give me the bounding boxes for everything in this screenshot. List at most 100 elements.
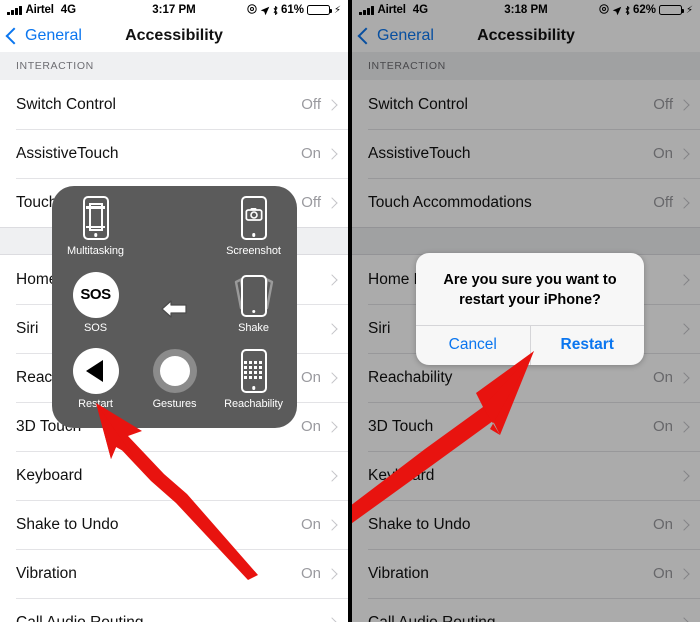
chevron-right-icon — [678, 518, 690, 531]
settings-row-3d-touch[interactable]: 3D Touch On — [352, 402, 700, 451]
charging-bolt-icon: ⚡ — [333, 4, 341, 16]
chevron-right-icon — [326, 371, 338, 384]
settings-row-shake-to-undo[interactable]: Shake to Undo On — [352, 500, 700, 549]
status-bar-left: Airtel 4G 3:17 PM 61% ⚡ — [0, 0, 348, 20]
row-label: Reachability — [368, 368, 453, 386]
assistivetouch-item-shake[interactable]: Shake — [214, 271, 293, 348]
row-value: On — [300, 565, 321, 582]
battery-icon — [658, 4, 684, 16]
chevron-right-icon — [678, 616, 690, 622]
row-label: AssistiveTouch — [368, 144, 471, 162]
chevron-left-icon — [357, 27, 375, 45]
assistivetouch-item-sos[interactable]: SOS SOS — [56, 271, 135, 348]
assistivetouch-item-reachability[interactable]: Reachability — [214, 347, 293, 424]
settings-row-shake-to-undo[interactable]: Shake to Undo On — [0, 500, 348, 549]
row-value: On — [300, 145, 321, 162]
settings-row-call-audio-routing[interactable]: Call Audio Routing — [0, 598, 348, 622]
assistivetouch-item-label: Reachability — [224, 398, 283, 411]
chevron-right-icon — [678, 567, 690, 580]
cancel-button[interactable]: Cancel — [416, 326, 530, 365]
chevron-right-icon — [326, 273, 338, 286]
row-label: Vibration — [368, 564, 429, 582]
chevron-right-icon — [678, 273, 690, 286]
row-label: Switch Control — [16, 95, 116, 113]
dialog-body: Are you sure you want to restart your iP… — [416, 253, 644, 325]
battery-icon — [306, 4, 332, 16]
row-value: Off — [653, 96, 673, 113]
row-label: Keyboard — [16, 466, 83, 484]
row-label: 3D Touch — [368, 417, 434, 435]
assistivetouch-item-label: SOS — [84, 321, 107, 334]
reachability-icon — [240, 347, 267, 395]
restart-icon — [72, 347, 119, 395]
settings-row-vibration[interactable]: Vibration On — [352, 549, 700, 598]
row-value: Off — [301, 194, 321, 211]
settings-row-assistivetouch[interactable]: AssistiveTouch On — [352, 129, 700, 178]
settings-row-keyboard[interactable]: Keyboard — [352, 451, 700, 500]
section-header-interaction: INTERACTION — [0, 52, 348, 80]
assistivetouch-item-label: Multitasking — [67, 245, 124, 257]
bluetooth-icon — [272, 5, 278, 15]
restart-confirm-dialog: Are you sure you want to restart your iP… — [416, 253, 645, 366]
settings-row-keyboard[interactable]: Keyboard — [0, 451, 348, 500]
chevron-right-icon — [326, 469, 338, 482]
chevron-right-icon — [326, 518, 338, 531]
row-label: Shake to Undo — [16, 515, 119, 533]
settings-row-switch-control[interactable]: Switch Control Off — [0, 80, 348, 129]
row-label: Vibration — [16, 564, 77, 582]
row-label: Shake to Undo — [368, 515, 471, 533]
assistivetouch-back-button[interactable] — [135, 271, 214, 348]
status-bar-right: Airtel 4G 3:18 PM 62% ⚡ — [352, 0, 700, 20]
bluetooth-icon — [624, 5, 630, 15]
settings-row-call-audio-routing[interactable]: Call Audio Routing — [352, 598, 700, 622]
assistivetouch-item-gestures[interactable]: Gestures — [135, 347, 214, 424]
row-value: On — [652, 145, 673, 162]
row-label: Touch Accommodations — [368, 193, 532, 211]
settings-row-switch-control[interactable]: Switch Control Off — [352, 80, 700, 129]
chevron-right-icon — [678, 322, 690, 335]
row-value: On — [300, 516, 321, 533]
settings-row-assistivetouch[interactable]: AssistiveTouch On — [0, 129, 348, 178]
chevron-right-icon — [326, 567, 338, 580]
row-value: Off — [653, 194, 673, 211]
dialog-actions: Cancel Restart — [416, 325, 645, 366]
phone-panel-right: Airtel 4G 3:18 PM 62% ⚡ General Accessib… — [352, 0, 700, 622]
assistivetouch-slot-empty-top — [135, 194, 214, 271]
assistivetouch-menu[interactable]: Multitasking Screenshot SOS SOS Shake Re… — [52, 186, 297, 428]
back-button-label: General — [377, 27, 434, 44]
chevron-right-icon — [326, 322, 338, 335]
chevron-right-icon — [678, 469, 690, 482]
chevron-right-icon — [678, 98, 690, 111]
back-button-label: General — [25, 27, 82, 44]
phone-panel-left: Airtel 4G 3:17 PM 61% ⚡ General Accessib… — [0, 0, 348, 622]
chevron-right-icon — [678, 147, 690, 160]
gestures-icon — [152, 347, 197, 395]
location-arrow-icon — [612, 6, 622, 15]
chevron-right-icon — [326, 616, 338, 622]
assistivetouch-item-multitasking[interactable]: Multitasking — [56, 194, 135, 271]
chevron-right-icon — [326, 98, 338, 111]
row-label: AssistiveTouch — [16, 144, 119, 162]
status-bar-right-group: 62% ⚡ — [599, 4, 693, 17]
row-label: Call Audio Routing — [16, 613, 144, 622]
screenshot-icon — [240, 194, 267, 242]
dialog-title: Are you sure you want to restart your iP… — [443, 272, 617, 308]
chevron-left-icon — [5, 27, 23, 45]
back-button[interactable]: General — [0, 27, 82, 45]
back-arrow-icon — [160, 271, 190, 348]
assistivetouch-item-screenshot[interactable]: Screenshot — [214, 194, 293, 271]
chevron-right-icon — [326, 147, 338, 160]
chevron-right-icon — [326, 420, 338, 433]
settings-row-touch-accommodations[interactable]: Touch Accommodations Off — [352, 178, 700, 227]
location-arrow-icon — [260, 6, 270, 15]
row-value: On — [652, 516, 673, 533]
charging-bolt-icon: ⚡ — [685, 4, 693, 16]
assistivetouch-item-restart[interactable]: Restart — [56, 347, 135, 424]
sos-icon: SOS — [72, 271, 119, 319]
battery-percent-label: 62% — [632, 4, 656, 16]
restart-button[interactable]: Restart — [529, 326, 645, 366]
settings-row-vibration[interactable]: Vibration On — [0, 549, 348, 598]
row-value: Off — [301, 96, 321, 113]
row-value: On — [300, 418, 321, 435]
back-button[interactable]: General — [352, 27, 434, 45]
